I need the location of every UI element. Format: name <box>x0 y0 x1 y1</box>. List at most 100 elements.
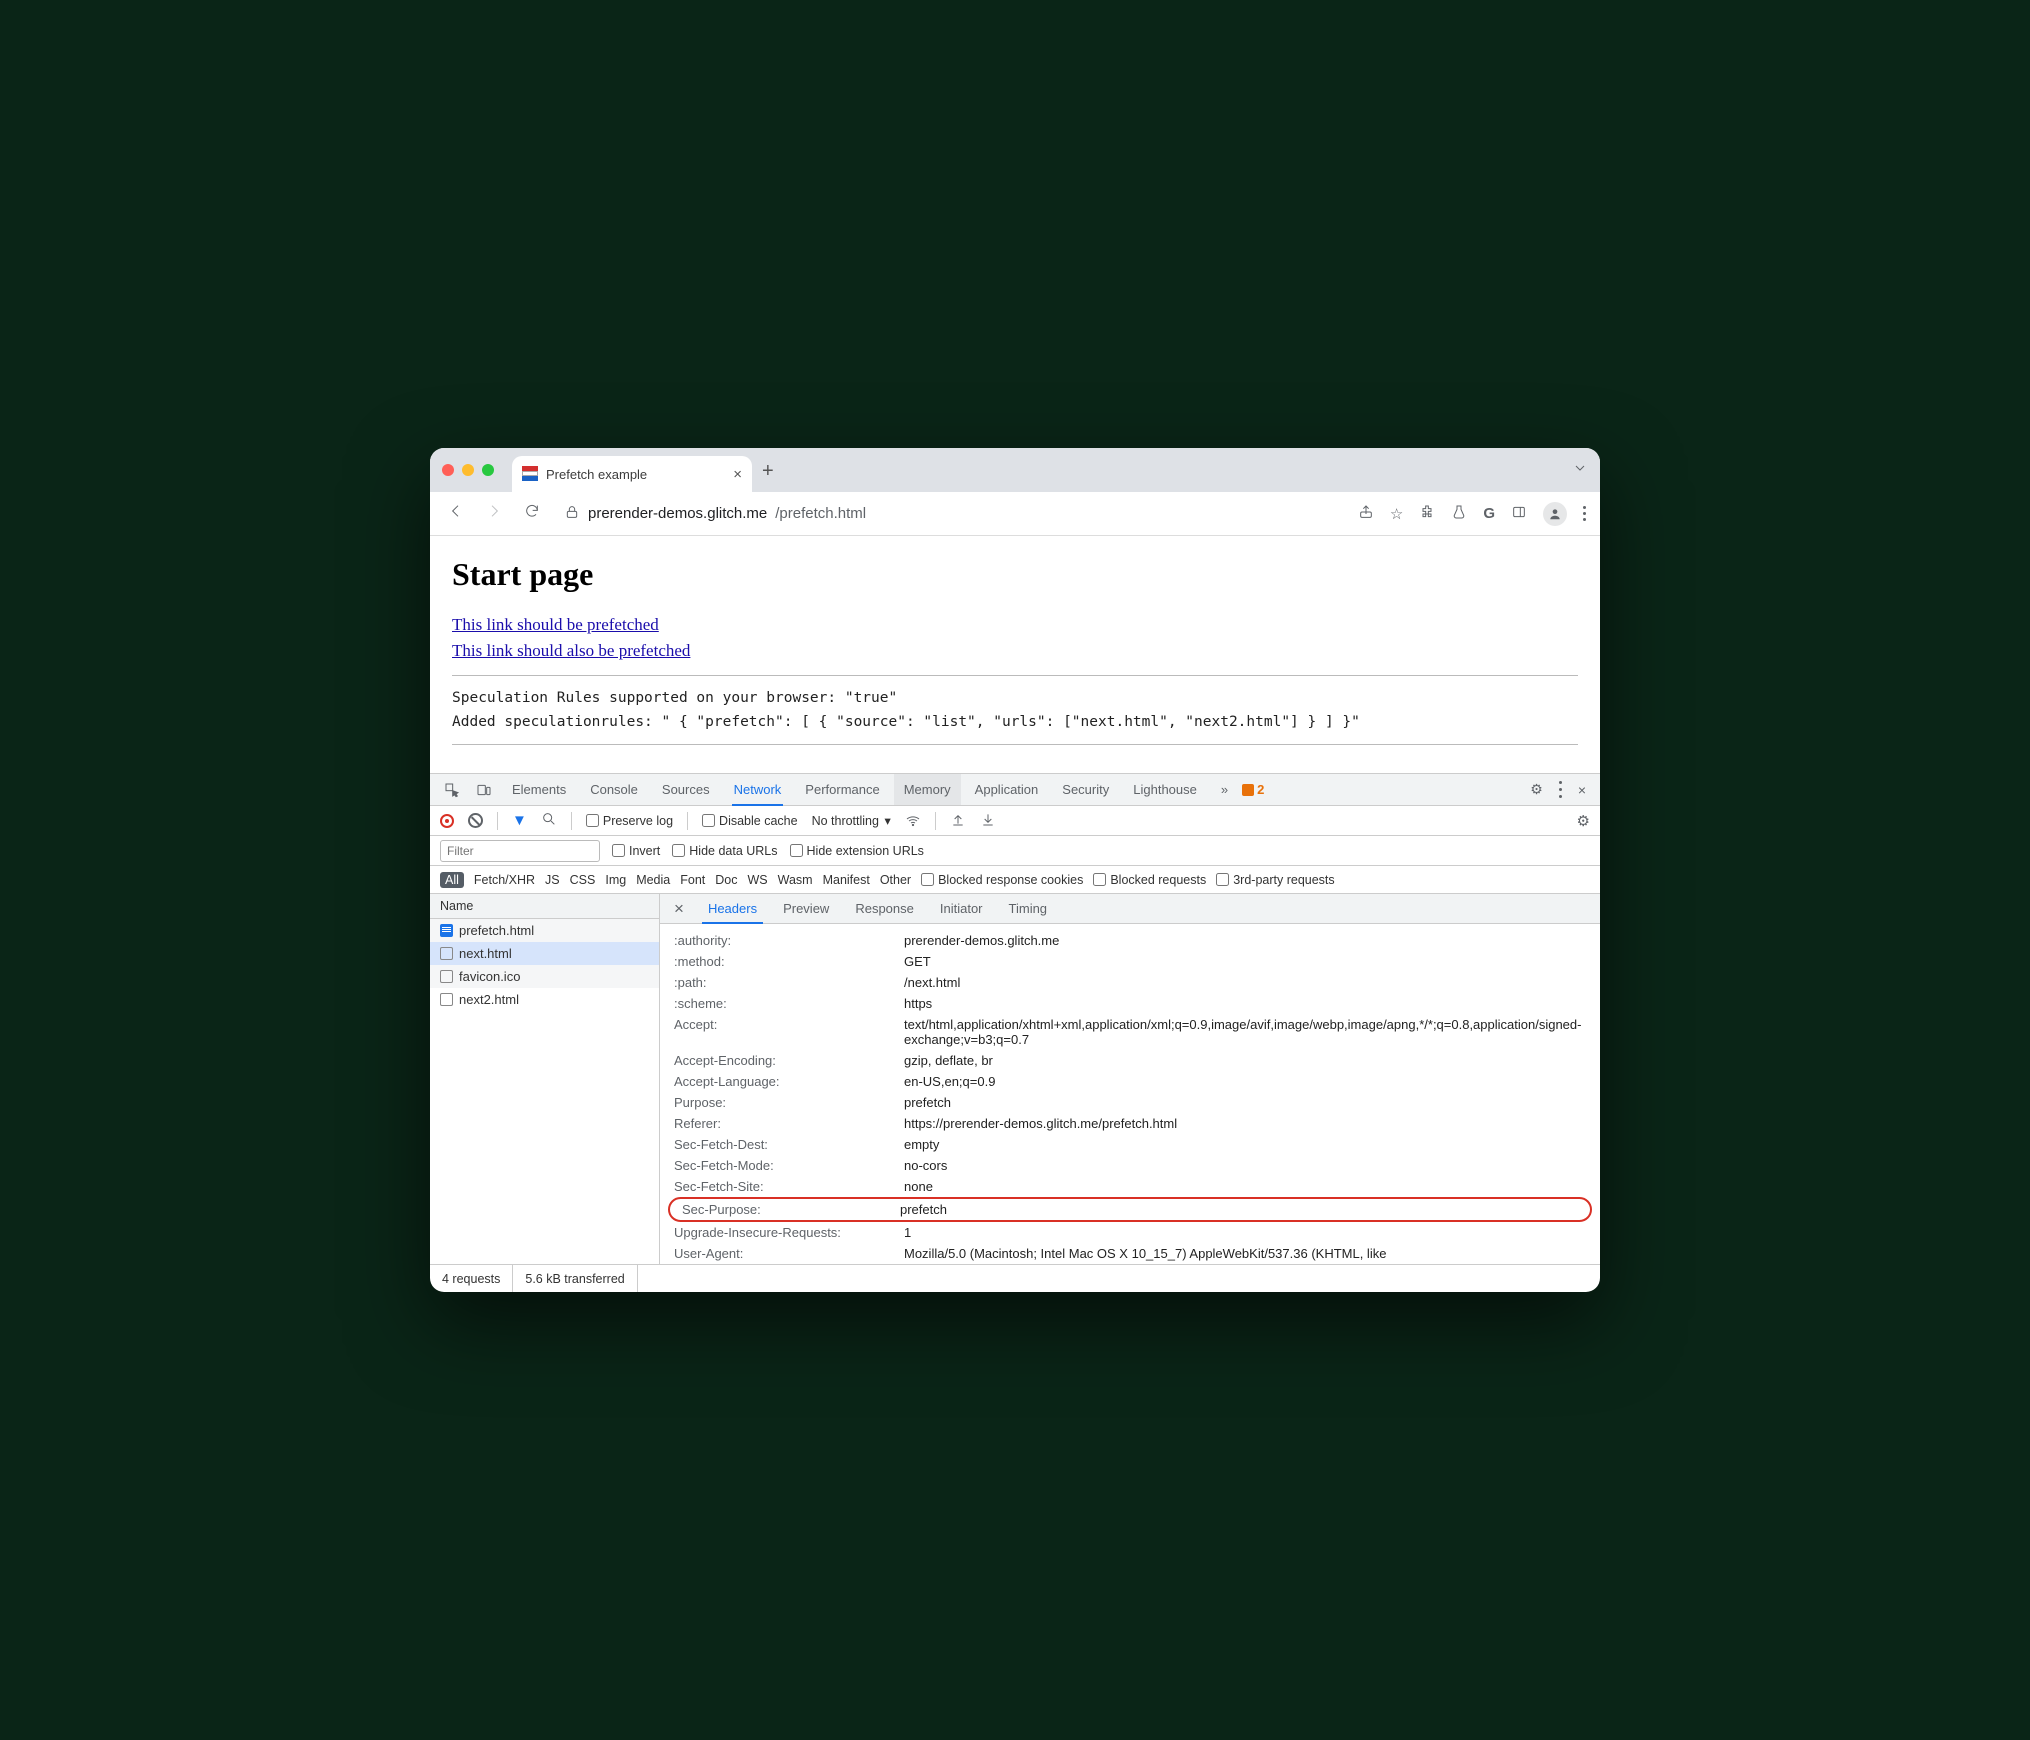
request-row[interactable]: prefetch.html <box>430 919 659 942</box>
network-settings-icon[interactable]: ⚙ <box>1577 812 1590 830</box>
request-detail: × Headers Preview Response Initiator Tim… <box>660 894 1600 1264</box>
menu-button[interactable] <box>1583 506 1586 521</box>
tab-elements[interactable]: Elements <box>502 774 576 805</box>
blocked-cookies-checkbox[interactable]: Blocked response cookies <box>921 873 1083 887</box>
type-js[interactable]: JS <box>545 873 560 887</box>
tab-sources[interactable]: Sources <box>652 774 720 805</box>
clear-button[interactable] <box>468 813 483 828</box>
divider <box>452 675 1578 676</box>
filter-icon[interactable]: ▼ <box>512 812 527 829</box>
type-css[interactable]: CSS <box>570 873 596 887</box>
status-transferred: 5.6 kB transferred <box>513 1265 637 1292</box>
detail-tab-initiator[interactable]: Initiator <box>928 894 995 923</box>
type-media[interactable]: Media <box>636 873 670 887</box>
upload-har-icon[interactable] <box>950 811 966 831</box>
close-window-button[interactable] <box>442 464 454 476</box>
tab-strip: Prefetch example × + <box>430 448 1600 492</box>
column-header-name[interactable]: Name <box>430 894 659 919</box>
tabs-overflow-button[interactable] <box>1572 460 1588 481</box>
request-list: Name prefetch.html next.html favicon.ico… <box>430 894 660 1264</box>
google-icon[interactable]: G <box>1483 505 1495 522</box>
type-manifest[interactable]: Manifest <box>823 873 870 887</box>
url-path: /prefetch.html <box>775 505 866 522</box>
filter-input[interactable] <box>440 840 600 862</box>
extensions-icon[interactable] <box>1419 504 1435 524</box>
tab-lighthouse[interactable]: Lighthouse <box>1123 774 1207 805</box>
bookmark-icon[interactable]: ☆ <box>1390 505 1403 523</box>
network-body: Name prefetch.html next.html favicon.ico… <box>430 894 1600 1264</box>
tab-memory[interactable]: Memory <box>894 774 961 805</box>
detail-tab-headers[interactable]: Headers <box>696 894 769 923</box>
network-conditions-icon[interactable] <box>905 811 921 831</box>
detail-close[interactable]: × <box>664 899 694 919</box>
preserve-log-checkbox[interactable]: Preserve log <box>586 814 673 828</box>
new-tab-button[interactable]: + <box>762 458 774 483</box>
tabs-more[interactable]: » <box>1211 774 1238 805</box>
detail-tabs: × Headers Preview Response Initiator Tim… <box>660 894 1600 924</box>
filter-row: Invert Hide data URLs Hide extension URL… <box>430 836 1600 866</box>
tab-console[interactable]: Console <box>580 774 648 805</box>
type-wasm[interactable]: Wasm <box>778 873 813 887</box>
browser-tab[interactable]: Prefetch example × <box>512 456 752 492</box>
blocked-requests-checkbox[interactable]: Blocked requests <box>1093 873 1206 887</box>
type-font[interactable]: Font <box>680 873 705 887</box>
file-icon <box>440 993 453 1006</box>
type-other[interactable]: Other <box>880 873 911 887</box>
file-icon <box>440 947 453 960</box>
toolbar: prerender-demos.glitch.me/prefetch.html … <box>430 492 1600 536</box>
devtools: Elements Console Sources Network Perform… <box>430 773 1600 1292</box>
document-icon <box>440 924 453 937</box>
devtools-menu[interactable] <box>1553 781 1568 798</box>
third-party-checkbox[interactable]: 3rd-party requests <box>1216 873 1334 887</box>
reload-button[interactable] <box>520 503 544 524</box>
labs-icon[interactable] <box>1451 504 1467 524</box>
devtools-close[interactable]: × <box>1572 782 1592 798</box>
request-row[interactable]: favicon.ico <box>430 965 659 988</box>
detail-tab-preview[interactable]: Preview <box>771 894 841 923</box>
type-doc[interactable]: Doc <box>715 873 737 887</box>
share-icon[interactable] <box>1358 504 1374 524</box>
tab-close-button[interactable]: × <box>733 466 742 483</box>
download-har-icon[interactable] <box>980 811 996 831</box>
request-row[interactable]: next.html <box>430 942 659 965</box>
favicon-icon <box>522 466 538 482</box>
record-button[interactable] <box>440 814 454 828</box>
file-icon <box>440 970 453 983</box>
settings-icon[interactable]: ⚙ <box>1524 781 1549 798</box>
back-button[interactable] <box>444 503 468 524</box>
tab-security[interactable]: Security <box>1052 774 1119 805</box>
tab-application[interactable]: Application <box>965 774 1049 805</box>
search-icon[interactable] <box>541 811 557 830</box>
forward-button[interactable] <box>482 503 506 524</box>
type-ws[interactable]: WS <box>747 873 767 887</box>
type-fetchxhr[interactable]: Fetch/XHR <box>474 873 535 887</box>
detail-tab-timing[interactable]: Timing <box>997 894 1060 923</box>
disable-cache-checkbox[interactable]: Disable cache <box>702 814 798 828</box>
profile-avatar[interactable] <box>1543 502 1567 526</box>
throttling-select[interactable]: No throttling ▾ <box>812 813 891 828</box>
prefetch-link-1[interactable]: This link should be prefetched <box>452 615 1578 635</box>
device-icon[interactable] <box>470 782 498 798</box>
maximize-window-button[interactable] <box>482 464 494 476</box>
detail-tab-response[interactable]: Response <box>843 894 926 923</box>
address-bar[interactable]: prerender-demos.glitch.me/prefetch.html <box>558 504 1344 524</box>
window-controls <box>442 464 494 476</box>
tab-network[interactable]: Network <box>724 774 792 805</box>
hide-extension-urls-checkbox[interactable]: Hide extension URLs <box>790 844 924 858</box>
invert-checkbox[interactable]: Invert <box>612 844 660 858</box>
network-toolbar: ▼ Preserve log Disable cache No throttli… <box>430 806 1600 836</box>
highlighted-row: Sec-Purpose:prefetch <box>668 1197 1592 1222</box>
request-row[interactable]: next2.html <box>430 988 659 1011</box>
tab-performance[interactable]: Performance <box>795 774 889 805</box>
inspect-icon[interactable] <box>438 782 466 798</box>
sidepanel-icon[interactable] <box>1511 504 1527 524</box>
type-all[interactable]: All <box>440 872 464 888</box>
minimize-window-button[interactable] <box>462 464 474 476</box>
browser-window: Prefetch example × + prerender-demos.gli… <box>430 448 1600 1292</box>
type-img[interactable]: Img <box>605 873 626 887</box>
warnings-badge[interactable]: 2 <box>1242 782 1264 797</box>
prefetch-link-2[interactable]: This link should also be prefetched <box>452 641 1578 661</box>
support-text: Speculation Rules supported on your brow… <box>452 690 1578 706</box>
rules-text: Added speculationrules: " { "prefetch": … <box>452 714 1578 730</box>
hide-data-urls-checkbox[interactable]: Hide data URLs <box>672 844 777 858</box>
